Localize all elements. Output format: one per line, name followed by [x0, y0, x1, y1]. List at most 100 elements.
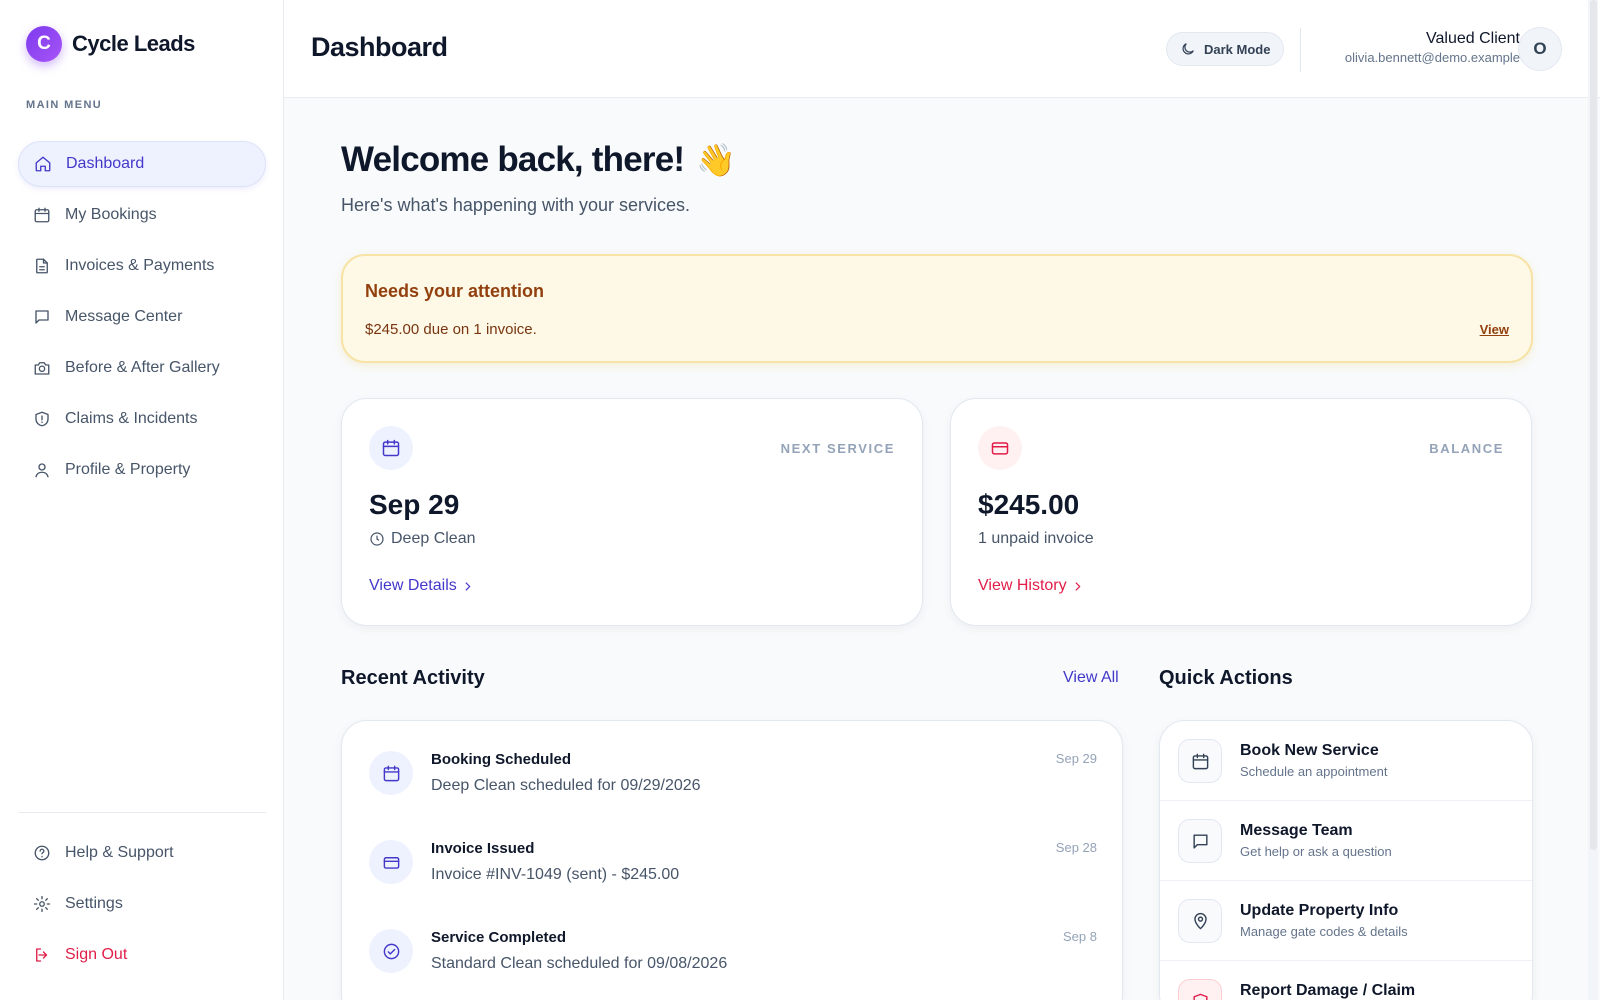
- activity-date: Sep 29: [1055, 751, 1097, 766]
- map-pin-icon: [1178, 899, 1222, 943]
- sign-out-label: Sign Out: [65, 946, 128, 963]
- credit-card-icon: [978, 426, 1022, 470]
- activity-date: Sep 28: [1055, 840, 1097, 855]
- welcome-heading: Welcome back, there! 👋: [341, 140, 736, 180]
- document-icon: [33, 257, 51, 275]
- clock-icon: [370, 532, 384, 546]
- chevron-right-icon: [465, 581, 471, 591]
- shield-icon: [33, 410, 51, 428]
- user-icon: [33, 461, 51, 479]
- update-property-info-button[interactable]: Update Property Info Manage gate codes &…: [1160, 881, 1532, 961]
- credit-card-icon: [369, 840, 413, 884]
- activity-desc: Standard Clean scheduled for 09/08/2026: [431, 955, 728, 972]
- view-details-link[interactable]: View Details: [369, 577, 474, 595]
- balance-label: BALANCE: [1429, 441, 1504, 456]
- next-service-type: Deep Clean: [369, 530, 476, 548]
- sidebar-item-label: Settings: [65, 895, 123, 912]
- view-history-label: View History: [978, 577, 1067, 594]
- sidebar-item-message-center[interactable]: Message Center: [18, 294, 266, 340]
- activity-title: Invoice Issued: [431, 840, 535, 857]
- quick-action-title: Report Damage / Claim: [1240, 982, 1416, 999]
- sidebar-item-invoices-payments[interactable]: Invoices & Payments: [18, 243, 266, 289]
- message-icon: [1178, 819, 1222, 863]
- view-details-label: View Details: [369, 577, 457, 594]
- attention-title: Needs your attention: [365, 281, 545, 301]
- dark-mode-label: Dark Mode: [1204, 41, 1271, 57]
- message-icon: [33, 308, 51, 326]
- balance-card: BALANCE $245.00 1 unpaid invoice View Hi…: [950, 398, 1532, 626]
- attention-view-link[interactable]: View: [1480, 322, 1509, 337]
- attention-text: $245.00 due on 1 invoice.: [365, 321, 537, 338]
- brand-name: Cycle Leads: [72, 31, 195, 56]
- scrollbar-thumb[interactable]: [1590, 0, 1597, 850]
- help-circle-icon: [33, 844, 51, 862]
- list-item[interactable]: Invoice Issued Invoice #INV-1049 (sent) …: [342, 810, 1124, 890]
- balance-sub: 1 unpaid invoice: [978, 530, 1094, 548]
- activity-desc: Invoice #INV-1049 (sent) - $245.00: [431, 866, 680, 883]
- sidebar-item-label: Help & Support: [65, 844, 174, 861]
- user-info[interactable]: Valued Client olivia.bennett@demo.exampl…: [1345, 30, 1520, 65]
- activity-title: Booking Scheduled: [431, 751, 572, 768]
- moon-icon: [1182, 43, 1194, 55]
- next-service-type-text: Deep Clean: [391, 530, 476, 547]
- waving-hand-icon: 👋: [696, 142, 736, 178]
- camera-icon: [33, 359, 51, 377]
- sidebar-item-profile-property[interactable]: Profile & Property: [18, 447, 266, 493]
- calendar-icon: [369, 751, 413, 795]
- activity-title: Service Completed: [431, 929, 567, 946]
- list-item[interactable]: Service Completed Standard Clean schedul…: [342, 899, 1124, 979]
- next-service-card: NEXT SERVICE Sep 29 Deep Clean View Deta…: [341, 398, 923, 626]
- sidebar-item-help-support[interactable]: Help & Support: [18, 830, 266, 876]
- balance-value: $245.00: [978, 489, 1080, 520]
- sidebar-item-label: Invoices & Payments: [65, 257, 215, 274]
- quick-actions-list: Book New Service Schedule an appointment…: [1159, 720, 1533, 1000]
- page-title: Dashboard: [311, 32, 448, 62]
- report-damage-claim-button[interactable]: Report Damage / Claim: [1160, 961, 1532, 1000]
- user-name: Valued Client: [1426, 30, 1520, 47]
- chevron-right-icon: [1075, 581, 1081, 591]
- gear-icon: [33, 895, 51, 913]
- sidebar-item-dashboard[interactable]: Dashboard: [18, 141, 266, 187]
- sidebar: C Cycle Leads MAIN MENU Dashboard My Boo…: [0, 0, 284, 1000]
- sidebar-item-label: My Bookings: [65, 206, 157, 223]
- sidebar-divider: [18, 812, 266, 813]
- sidebar-item-gallery[interactable]: Before & After Gallery: [18, 345, 266, 391]
- view-all-link[interactable]: View All: [1063, 669, 1119, 687]
- recent-activity-title: Recent Activity: [341, 667, 485, 689]
- activity-desc: Deep Clean scheduled for 09/29/2026: [431, 777, 701, 794]
- message-team-button[interactable]: Message Team Get help or ask a question: [1160, 801, 1532, 881]
- welcome-title: Welcome back, there!: [341, 140, 685, 179]
- sidebar-bottom-nav: Help & Support Settings Sign Out: [18, 830, 266, 983]
- avatar[interactable]: O: [1518, 27, 1562, 71]
- check-circle-icon: [369, 929, 413, 973]
- shield-alert-icon: [1178, 979, 1222, 1000]
- list-item[interactable]: Booking Scheduled Deep Clean scheduled f…: [342, 721, 1124, 801]
- next-service-label: NEXT SERVICE: [780, 441, 895, 456]
- sidebar-item-my-bookings[interactable]: My Bookings: [18, 192, 266, 238]
- view-history-link[interactable]: View History: [978, 577, 1084, 595]
- calendar-icon: [1178, 739, 1222, 783]
- sidebar-item-settings[interactable]: Settings: [18, 881, 266, 927]
- sign-out-button[interactable]: Sign Out: [18, 932, 266, 978]
- logout-icon: [33, 946, 51, 964]
- quick-action-title: Book New Service: [1240, 742, 1379, 759]
- sidebar-item-label: Claims & Incidents: [65, 410, 198, 427]
- brand-logo: C: [26, 26, 62, 62]
- quick-action-desc: Manage gate codes & details: [1240, 924, 1408, 939]
- top-header: Dashboard Dark Mode Valued Client olivia…: [284, 0, 1600, 98]
- quick-action-desc: Get help or ask a question: [1240, 844, 1392, 859]
- sidebar-item-label: Dashboard: [66, 155, 145, 172]
- recent-activity-list: Booking Scheduled Deep Clean scheduled f…: [341, 720, 1123, 1000]
- user-email: olivia.bennett@demo.example: [1344, 50, 1520, 65]
- activity-date: Sep 8: [1063, 929, 1097, 944]
- dark-mode-toggle[interactable]: Dark Mode: [1166, 32, 1285, 66]
- balance-sub-text: 1 unpaid invoice: [978, 530, 1094, 547]
- quick-action-title: Update Property Info: [1240, 902, 1399, 919]
- book-new-service-button[interactable]: Book New Service Schedule an appointment: [1160, 721, 1532, 801]
- header-divider: [1300, 28, 1301, 72]
- brand[interactable]: C Cycle Leads: [26, 26, 195, 62]
- main-nav: Dashboard My Bookings Invoices & Payment…: [18, 141, 266, 498]
- attention-banner: Needs your attention $245.00 due on 1 in…: [341, 254, 1533, 363]
- sidebar-item-claims-incidents[interactable]: Claims & Incidents: [18, 396, 266, 442]
- home-icon: [34, 155, 52, 173]
